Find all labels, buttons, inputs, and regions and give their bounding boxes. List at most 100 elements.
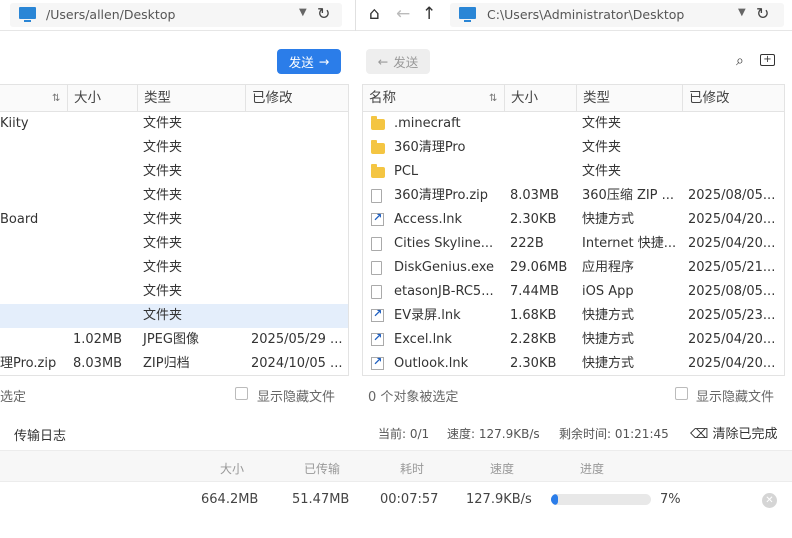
col-type[interactable]: 类型 [576, 85, 682, 112]
cell-type: 文件夹 [143, 260, 183, 275]
right-file-table: 名称 ⇅ 大小 类型 已修改 .minecraft 文件夹 360清理Pro 文件夹 P… [362, 84, 785, 376]
cell-modified: 2025/05/21... [688, 260, 776, 275]
log-col-transferred: 已传输 [304, 462, 341, 476]
table-row[interactable]: 360清理Pro 文件夹 [363, 136, 784, 160]
send-right-button[interactable]: 发送 → [277, 49, 341, 74]
log-entry-speed: 127.9KB/s [466, 492, 532, 507]
left-file-table: ⇅ 大小 类型 已修改 Kiity 文件夹 文件夹 文件夹 文件夹 Board 文件夹 文件夹… [0, 84, 349, 376]
transfer-log-title[interactable]: 传输日志 [14, 425, 66, 444]
cell-size: 2.30KB [510, 212, 557, 227]
table-row[interactable]: Cities Skyline... 222B Internet 快捷... 2025/… [363, 232, 784, 256]
table-row[interactable]: .minecraft 文件夹 [363, 112, 784, 136]
file-icon [371, 261, 382, 275]
computer-icon [19, 7, 36, 22]
cell-size [67, 208, 137, 232]
table-row[interactable]: 1.02MB JPEG图像 2025/05/29 ... [0, 328, 348, 352]
cell-type: 文件夹 [143, 308, 183, 323]
table-row[interactable]: 理Pro.zip 8.03MB ZIP归档 2024/10/05 ... [0, 352, 348, 375]
log-entry-size: 664.2MB [201, 492, 259, 507]
cancel-transfer-icon[interactable]: ✕ [762, 493, 777, 508]
log-col-progress: 进度 [580, 462, 605, 476]
chevron-down-icon[interactable]: ▼ [299, 7, 307, 18]
table-row[interactable]: DiskGenius.exe 29.06MB 应用程序 2025/05/21... [363, 256, 784, 280]
cell-modified [682, 136, 784, 160]
cell-name: DiskGenius.exe [394, 260, 495, 275]
table-row[interactable]: PCL 文件夹 [363, 160, 784, 184]
sort-arrows-icon[interactable]: ⇅ [52, 85, 60, 112]
col-modified[interactable]: 已修改 [245, 85, 348, 112]
table-row[interactable]: 文件夹 [0, 184, 348, 208]
left-selection-status: 选定 [0, 390, 27, 405]
chevron-down-icon[interactable]: ▼ [738, 7, 746, 18]
new-folder-icon[interactable]: + [760, 54, 775, 66]
cell-type: 文件夹 [582, 140, 622, 155]
cell-size: 222B [510, 236, 544, 251]
right-path-bar[interactable]: C:\Users\Administrator\Desktop ▼ ↻ [450, 3, 784, 27]
current-count: 当前: 0/1 [378, 427, 430, 441]
col-size[interactable]: 大小 [504, 85, 576, 112]
cell-type: 360压缩 ZIP ... [582, 188, 675, 203]
table-row[interactable]: Kiity 文件夹 [0, 112, 348, 136]
arrow-left-icon: ← [377, 54, 389, 69]
table-row[interactable]: Access.lnk 2.30KB 快捷方式 2025/04/20... [363, 208, 784, 232]
back-arrow-icon[interactable]: ← [396, 4, 410, 24]
col-modified[interactable]: 已修改 [682, 85, 784, 112]
cell-modified: 2025/08/05... [688, 284, 776, 299]
cell-type: iOS App [582, 284, 634, 299]
table-row[interactable]: 360清理Pro.zip 8.03MB 360压缩 ZIP ... 2025/08/0… [363, 184, 784, 208]
search-icon[interactable]: ⌕ [736, 53, 744, 69]
table-row[interactable]: EV录屏.lnk 1.68KB 快捷方式 2025/05/23... [363, 304, 784, 328]
col-size[interactable]: 大小 [67, 85, 137, 112]
cell-modified: 2024/10/05 ... [251, 356, 343, 371]
right-selection-status: 0 个对象被选定 [368, 390, 459, 405]
right-path-text: C:\Users\Administrator\Desktop [487, 7, 685, 22]
left-table-header: ⇅ 大小 类型 已修改 [0, 85, 348, 112]
cell-modified [245, 136, 348, 160]
table-row[interactable]: etasonJB-RC5... 7.44MB iOS App 2025/08/05..… [363, 280, 784, 304]
cell-size: 7.44MB [510, 284, 560, 299]
send-left-button[interactable]: ← 发送 [366, 49, 430, 74]
cell-type: 快捷方式 [582, 308, 635, 323]
table-row[interactable]: 文件夹 [0, 280, 348, 304]
table-row[interactable]: 文件夹 [0, 160, 348, 184]
cell-name [0, 160, 67, 184]
right-show-hidden-checkbox[interactable] [675, 387, 688, 400]
file-icon [371, 285, 382, 299]
cell-name [0, 328, 67, 352]
up-arrow-icon[interactable]: ↑ [422, 4, 436, 24]
cell-size [67, 304, 137, 328]
cell-type: 文件夹 [582, 116, 622, 131]
top-toolbar: /Users/allen/Desktop ▼ ↻ ⌂ ← ↑ C:\Users\… [0, 0, 792, 31]
table-row[interactable]: Outlook.lnk 2.30KB 快捷方式 2025/04/20... [363, 352, 784, 375]
current-speed: 速度: 127.9KB/s [447, 427, 540, 441]
cell-name [0, 232, 67, 256]
clear-completed-button[interactable]: ⌫ 清除已完成 [690, 423, 778, 442]
refresh-icon[interactable]: ↻ [317, 4, 330, 23]
file-icon [371, 237, 382, 251]
table-row[interactable]: Excel.lnk 2.28KB 快捷方式 2025/04/20... [363, 328, 784, 352]
cell-size [67, 184, 137, 208]
sort-arrows-icon[interactable]: ⇅ [489, 85, 497, 112]
cell-modified: 2025/04/20... [688, 356, 776, 371]
cell-modified [245, 256, 348, 280]
cell-type: 文件夹 [143, 284, 183, 299]
table-row[interactable]: 文件夹 [0, 256, 348, 280]
col-type[interactable]: 类型 [137, 85, 245, 112]
home-icon[interactable]: ⌂ [369, 4, 380, 24]
refresh-icon[interactable]: ↻ [756, 4, 769, 23]
left-show-hidden-label[interactable]: 显示隐藏文件 [257, 386, 335, 405]
table-row[interactable]: 文件夹 [0, 136, 348, 160]
cell-type: 文件夹 [143, 116, 183, 131]
table-row[interactable]: Board 文件夹 [0, 208, 348, 232]
cell-name: Cities Skyline... [394, 236, 494, 251]
left-show-hidden-checkbox[interactable] [235, 387, 248, 400]
cell-modified [245, 280, 348, 304]
table-row[interactable]: 文件夹 [0, 232, 348, 256]
right-show-hidden-label[interactable]: 显示隐藏文件 [696, 386, 774, 405]
table-row[interactable]: 文件夹 [0, 304, 348, 328]
left-path-bar[interactable]: /Users/allen/Desktop ▼ ↻ [10, 3, 342, 27]
col-name[interactable]: 名称 [363, 85, 504, 112]
cell-size [67, 160, 137, 184]
cell-modified: 2025/04/20... [688, 332, 776, 347]
clear-completed-label: 清除已完成 [712, 427, 778, 442]
